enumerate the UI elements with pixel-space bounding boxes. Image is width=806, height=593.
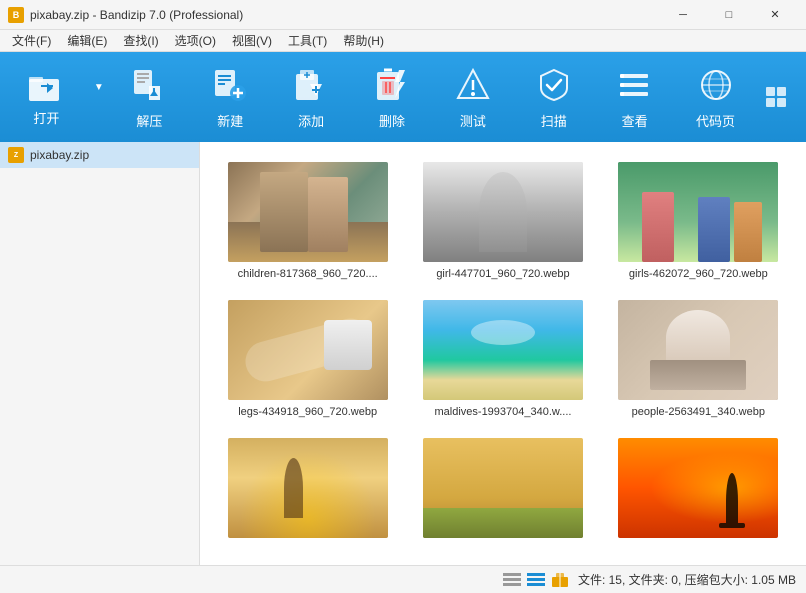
thumbnail [618,300,778,400]
file-name: legs-434918_960_720.webp [238,406,377,418]
toolbar-add-button[interactable]: 添加 [271,57,352,137]
toolbar-view-label: 查看 [622,111,648,130]
list-view-icon[interactable] [502,572,522,588]
list-item[interactable]: legs-434918_960_720.webp [220,300,395,418]
toolbar-right [756,77,796,117]
toolbar-delete-button[interactable]: 删除 [352,57,433,137]
toolbar-new-button[interactable]: 新建 [190,57,271,137]
toolbar-open-button[interactable]: 打开 ▼ [10,57,109,137]
thumbnail [618,438,778,538]
toolbar-extract-label: 解压 [136,111,162,130]
thumbnail [228,438,388,538]
menu-find[interactable]: 查找(I) [115,30,166,51]
file-name: girls-462072_960_720.webp [629,268,768,280]
toolbar-add-label: 添加 [298,111,324,130]
menu-tools[interactable]: 工具(T) [280,30,335,51]
toolbar-codepage-label: 代码页 [696,111,735,130]
sidebar-item-label: pixabay.zip [30,148,89,162]
toolbar-open-label: 打开 [33,108,59,127]
add-icon [291,65,331,105]
toolbar-new-label: 新建 [217,111,243,130]
menu-help[interactable]: 帮助(H) [335,30,392,51]
toolbar-scan-label: 扫描 [541,111,567,130]
zip-file-icon: Z [8,147,24,163]
toolbar-open-main[interactable]: 打开 [10,68,83,127]
open-icon [26,68,66,108]
list-item[interactable]: children-817368_960_720.... [220,162,395,280]
menu-options[interactable]: 选项(O) [167,30,224,51]
status-bar: 文件: 15, 文件夹: 0, 压缩包大小: 1.05 MB [0,565,806,593]
title-bar-left: B pixabay.zip - Bandizip 7.0 (Profession… [8,7,243,23]
codepage-icon [696,65,736,105]
package-icon[interactable] [550,572,570,588]
test-icon [453,65,493,105]
window-title: pixabay.zip - Bandizip 7.0 (Professional… [30,8,243,22]
list-item[interactable]: people-2563491_340.webp [611,300,786,418]
menu-file[interactable]: 文件(F) [4,30,59,51]
layout-grid-button[interactable] [756,77,796,117]
toolbar-delete-label: 删除 [379,111,405,130]
thumbnail [423,300,583,400]
view-icon [615,65,655,105]
toolbar-test-button[interactable]: 测试 [432,57,513,137]
detail-view-icon[interactable] [526,572,546,588]
dropdown-arrow-icon[interactable]: ▼ [89,82,109,113]
minimize-button[interactable]: ─ [660,0,706,30]
list-item[interactable]: maldives-1993704_340.w.... [415,300,590,418]
menu-bar: 文件(F) 编辑(E) 查找(I) 选项(O) 视图(V) 工具(T) 帮助(H… [0,30,806,52]
thumbnail [423,438,583,538]
list-item[interactable] [220,438,395,544]
thumbnail [228,162,388,262]
toolbar-test-label: 测试 [460,111,486,130]
toolbar-scan-button[interactable]: 扫描 [513,57,594,137]
sidebar-item-pixabay-zip[interactable]: Z pixabay.zip [0,142,199,168]
app-icon: B [8,7,24,23]
list-item[interactable] [415,438,590,544]
delete-icon [372,65,412,105]
main-panel: children-817368_960_720.... girl-447701_… [200,142,806,565]
file-name: people-2563491_340.webp [632,406,765,418]
file-name: girl-447701_960_720.webp [436,268,569,280]
list-item[interactable] [611,438,786,544]
title-bar: B pixabay.zip - Bandizip 7.0 (Profession… [0,0,806,30]
toolbar-codepage-button[interactable]: 代码页 [675,57,756,137]
thumbnail [228,300,388,400]
toolbar: 打开 ▼ 解压 [0,52,806,142]
file-name: maldives-1993704_340.w.... [435,406,572,418]
thumbnail [618,162,778,262]
list-item[interactable]: girl-447701_960_720.webp [415,162,590,280]
content-area: Z pixabay.zip children-817368_960_720...… [0,142,806,565]
menu-edit[interactable]: 编辑(E) [59,30,115,51]
sidebar: Z pixabay.zip [0,142,200,565]
toolbar-view-button[interactable]: 查看 [594,57,675,137]
maximize-button[interactable]: □ [706,0,752,30]
toolbar-extract-button[interactable]: 解压 [109,57,190,137]
status-bar-icons [502,572,570,588]
thumbnail [423,162,583,262]
list-item[interactable]: girls-462072_960_720.webp [611,162,786,280]
title-controls: ─ □ ✕ [660,0,798,30]
file-name: children-817368_960_720.... [238,268,378,280]
close-button[interactable]: ✕ [752,0,798,30]
menu-view[interactable]: 视图(V) [224,30,280,51]
extract-icon [129,65,169,105]
new-icon [210,65,250,105]
scan-icon [534,65,574,105]
file-grid: children-817368_960_720.... girl-447701_… [210,152,796,554]
status-text: 文件: 15, 文件夹: 0, 压缩包大小: 1.05 MB [578,571,796,588]
